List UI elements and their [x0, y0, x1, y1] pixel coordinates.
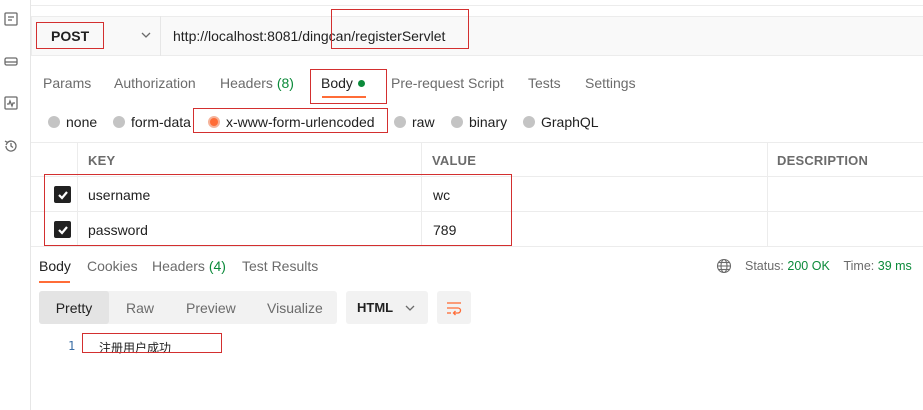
tab-pre-request-script[interactable]: Pre-request Script: [391, 75, 504, 91]
left-sidebar: [0, 0, 31, 410]
time-label: Time:: [843, 259, 875, 273]
status-label: Status:: [745, 259, 784, 273]
tab-tests[interactable]: Tests: [528, 75, 561, 91]
response-active-tab-indicator: [39, 281, 70, 283]
radio-circle-icon: [48, 116, 60, 128]
tab-headers-count: (8): [276, 75, 294, 91]
column-value-header: VALUE: [432, 153, 477, 168]
status-value[interactable]: 200 OK: [787, 259, 829, 273]
view-preview-button[interactable]: Preview: [186, 291, 236, 324]
monitors-icon[interactable]: [2, 94, 20, 112]
method-label: POST: [51, 27, 90, 44]
radio-circle-icon: [113, 116, 125, 128]
radio-none-label: none: [66, 114, 98, 130]
environments-icon[interactable]: [2, 52, 20, 70]
highlight-box-body-tab: [310, 69, 387, 104]
view-pretty-button[interactable]: Pretty: [39, 291, 109, 324]
response-tab-body[interactable]: Body: [39, 258, 71, 274]
radio-form-data-label: form-data: [131, 114, 191, 130]
history-icon[interactable]: [2, 137, 20, 155]
radio-graphql-label: GraphQL: [541, 114, 599, 130]
collections-icon[interactable]: [2, 10, 20, 28]
format-select[interactable]: HTML: [346, 291, 428, 324]
response-tab-cookies[interactable]: Cookies: [87, 258, 138, 274]
method-select[interactable]: POST: [36, 22, 104, 49]
column-description-header: DESCRIPTION: [777, 153, 869, 168]
globe-icon[interactable]: [716, 258, 732, 274]
radio-graphql[interactable]: GraphQL: [523, 113, 599, 131]
view-raw-button[interactable]: Raw: [126, 291, 154, 324]
line-number: 1: [68, 339, 76, 353]
response-tab-test-results[interactable]: Test Results: [242, 258, 318, 274]
highlight-box-urlencoded: [193, 108, 388, 133]
table-header: KEY VALUE DESCRIPTION: [31, 142, 923, 177]
wrap-lines-icon: [447, 301, 462, 315]
response-view-switcher: Pretty Raw Preview Visualize: [39, 291, 337, 324]
tab-authorization[interactable]: Authorization: [114, 75, 196, 91]
wrap-lines-button[interactable]: [437, 291, 471, 324]
top-divider: [31, 0, 923, 6]
method-divider: [160, 16, 161, 56]
radio-binary[interactable]: binary: [451, 113, 507, 131]
radio-none[interactable]: none: [48, 113, 97, 131]
highlight-box-response: [82, 333, 222, 353]
column-divider: [767, 142, 768, 247]
view-visualize-button[interactable]: Visualize: [267, 291, 323, 324]
radio-circle-icon: [523, 116, 535, 128]
radio-circle-icon: [451, 116, 463, 128]
response-tab-headers-label: Headers: [152, 258, 205, 274]
response-tab-headers-count: (4): [208, 258, 226, 274]
radio-raw-label: raw: [412, 114, 435, 130]
time-value[interactable]: 39 ms: [878, 259, 912, 273]
request-url-bar: [31, 16, 923, 56]
chevron-down-icon: [405, 305, 415, 311]
tab-headers-label: Headers: [220, 75, 273, 91]
radio-form-data[interactable]: form-data: [113, 113, 191, 131]
tab-headers[interactable]: Headers (8): [220, 75, 294, 91]
response-tab-headers[interactable]: Headers (4): [152, 258, 226, 274]
format-label: HTML: [357, 300, 394, 315]
radio-circle-icon: [394, 116, 406, 128]
column-key-header: KEY: [88, 153, 116, 168]
highlight-box-url: [331, 9, 469, 49]
tab-settings[interactable]: Settings: [585, 75, 636, 91]
radio-binary-label: binary: [469, 114, 508, 130]
response-status: Status: 200 OK Time: 39 ms: [745, 259, 912, 273]
radio-raw[interactable]: raw: [394, 113, 435, 131]
highlight-box-params: [44, 174, 512, 246]
tab-params[interactable]: Params: [43, 75, 91, 91]
chevron-down-icon[interactable]: [139, 28, 153, 42]
